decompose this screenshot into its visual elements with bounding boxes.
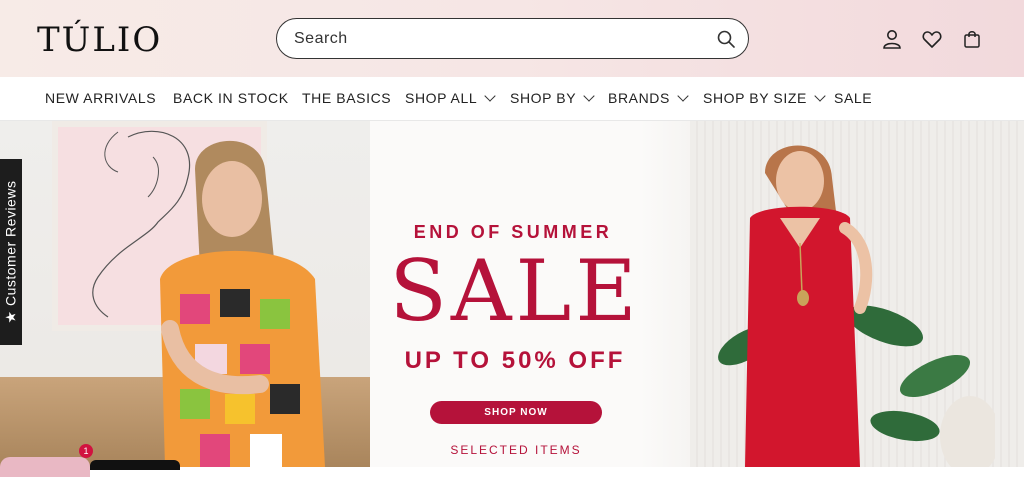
search-input[interactable] xyxy=(294,19,694,58)
hero-kicker: END OF SUMMER xyxy=(413,222,613,242)
nav-label: BRANDS xyxy=(608,90,670,106)
nav-sale[interactable]: SALE xyxy=(834,90,872,106)
customer-reviews-label: ★ Customer Reviews xyxy=(2,180,19,324)
nav-shop-by-size[interactable]: SHOP BY SIZE xyxy=(703,90,826,106)
nav-label: SALE xyxy=(834,90,873,106)
nav-the-basics[interactable]: THE BASICS xyxy=(302,90,391,106)
chevron-down-icon xyxy=(814,90,826,102)
hero-subheadline: UP TO 50% OFF xyxy=(404,347,626,374)
nav-label: SHOP BY SIZE xyxy=(703,90,807,106)
account-icon[interactable] xyxy=(881,28,903,50)
chat-preview-bubble[interactable] xyxy=(90,460,180,470)
nav-label: NEW ARRIVALS xyxy=(45,90,157,106)
main-navigation: NEW ARRIVALS BACK IN STOCK THE BASICS SH… xyxy=(0,77,1024,121)
hero-banner[interactable]: END OF SUMMER SALE UP TO 50% OFF SHOP NO… xyxy=(0,121,1024,467)
search-icon[interactable] xyxy=(716,29,736,49)
nav-back-in-stock[interactable]: BACK IN STOCK xyxy=(173,90,289,106)
site-header: TÚLIO xyxy=(0,0,1024,77)
model-left-image xyxy=(160,140,325,467)
nav-label: BACK IN STOCK xyxy=(173,90,289,106)
customer-reviews-tab[interactable]: ★ Customer Reviews xyxy=(0,159,22,345)
chat-notification-badge: 1 xyxy=(79,444,93,458)
chat-widget-button[interactable] xyxy=(0,457,90,477)
model-right-image xyxy=(745,145,873,467)
chevron-down-icon xyxy=(484,90,496,102)
nav-label: THE BASICS xyxy=(302,90,392,106)
nav-shop-all[interactable]: SHOP ALL xyxy=(405,90,496,106)
brand-logo[interactable]: TÚLIO xyxy=(37,20,162,60)
hero-footnote: SELECTED ITEMS xyxy=(450,443,582,457)
nav-label: SHOP BY xyxy=(510,90,577,106)
search-bar[interactable] xyxy=(276,18,749,59)
nav-new-arrivals[interactable]: NEW ARRIVALS xyxy=(45,90,156,106)
wishlist-heart-icon[interactable] xyxy=(921,28,943,50)
nav-brands[interactable]: BRANDS xyxy=(608,90,689,106)
nav-shop-by[interactable]: SHOP BY xyxy=(510,90,595,106)
nav-label: SHOP ALL xyxy=(405,90,478,106)
hero-headline: SALE xyxy=(389,242,641,340)
cart-bag-icon[interactable] xyxy=(961,28,983,50)
chevron-down-icon xyxy=(583,90,595,102)
chevron-down-icon xyxy=(677,90,689,102)
shop-now-button[interactable]: SHOP NOW xyxy=(430,401,602,424)
